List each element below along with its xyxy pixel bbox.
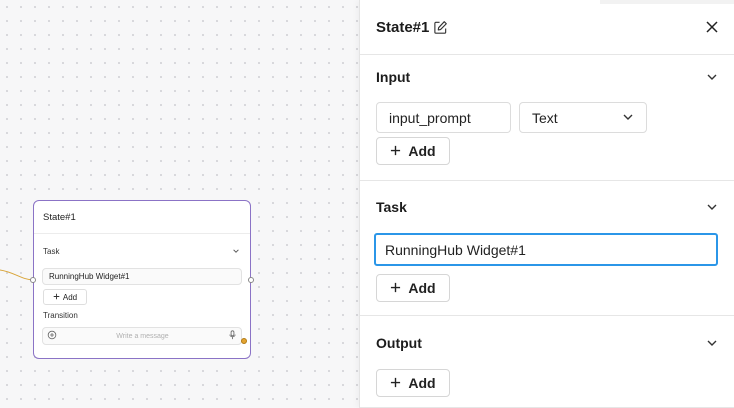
output-section-title: Output bbox=[376, 334, 422, 351]
plus-icon bbox=[53, 293, 60, 302]
task-widget-input[interactable]: RunningHub Widget#1 bbox=[374, 233, 718, 266]
input-type-select[interactable]: Text bbox=[519, 102, 647, 133]
state-node[interactable]: State#1 Task RunningHub Widget#1 Add Tra… bbox=[30, 200, 254, 359]
node-message-input[interactable]: Write a message bbox=[42, 327, 242, 345]
output-section: Output Add bbox=[360, 316, 734, 408]
chevron-down-icon[interactable] bbox=[706, 201, 718, 213]
edit-icon[interactable] bbox=[433, 20, 448, 35]
input-port[interactable] bbox=[30, 277, 36, 283]
close-icon[interactable] bbox=[706, 21, 718, 33]
message-placeholder: Write a message bbox=[116, 332, 169, 340]
panel-header: State#1 bbox=[360, 0, 734, 55]
chevron-down-icon[interactable] bbox=[231, 246, 241, 256]
node-task-widget[interactable]: RunningHub Widget#1 bbox=[42, 268, 242, 285]
add-task-label: Add bbox=[408, 280, 436, 296]
add-output-button[interactable]: Add bbox=[376, 369, 450, 397]
input-name-field[interactable]: input_prompt bbox=[376, 102, 511, 133]
add-task-button[interactable]: Add bbox=[376, 274, 450, 302]
chevron-down-icon[interactable] bbox=[706, 337, 718, 349]
node-task-label: Task bbox=[43, 246, 60, 256]
output-port[interactable] bbox=[248, 277, 254, 283]
microphone-icon[interactable] bbox=[228, 327, 237, 345]
panel-top-strip bbox=[600, 0, 734, 4]
panel-title: State#1 bbox=[376, 18, 430, 36]
node-add-button[interactable]: Add bbox=[43, 289, 87, 305]
chevron-down-icon bbox=[622, 110, 634, 126]
add-circle-icon[interactable] bbox=[47, 327, 57, 345]
workflow-canvas[interactable]: State#1 Task RunningHub Widget#1 Add Tra… bbox=[0, 0, 360, 408]
chevron-down-icon[interactable] bbox=[706, 71, 718, 83]
node-add-label: Add bbox=[62, 292, 78, 302]
plus-icon bbox=[390, 280, 401, 296]
input-type-value: Text bbox=[532, 109, 558, 126]
message-port[interactable] bbox=[241, 338, 247, 344]
state-properties-panel: State#1 Input input_prompt Text Add Task… bbox=[359, 0, 734, 408]
plus-icon bbox=[390, 143, 401, 159]
task-section: Task RunningHub Widget#1 Add bbox=[360, 181, 734, 316]
input-section-title: Input bbox=[376, 69, 411, 85]
plus-icon bbox=[390, 375, 401, 391]
task-section-title: Task bbox=[376, 199, 407, 215]
node-title: State#1 bbox=[34, 201, 250, 234]
add-input-button[interactable]: Add bbox=[376, 137, 450, 165]
add-output-label: Add bbox=[408, 375, 436, 391]
node-transition-label: Transition bbox=[43, 311, 78, 320]
add-input-label: Add bbox=[408, 143, 436, 159]
input-section: Input input_prompt Text Add bbox=[360, 55, 734, 181]
